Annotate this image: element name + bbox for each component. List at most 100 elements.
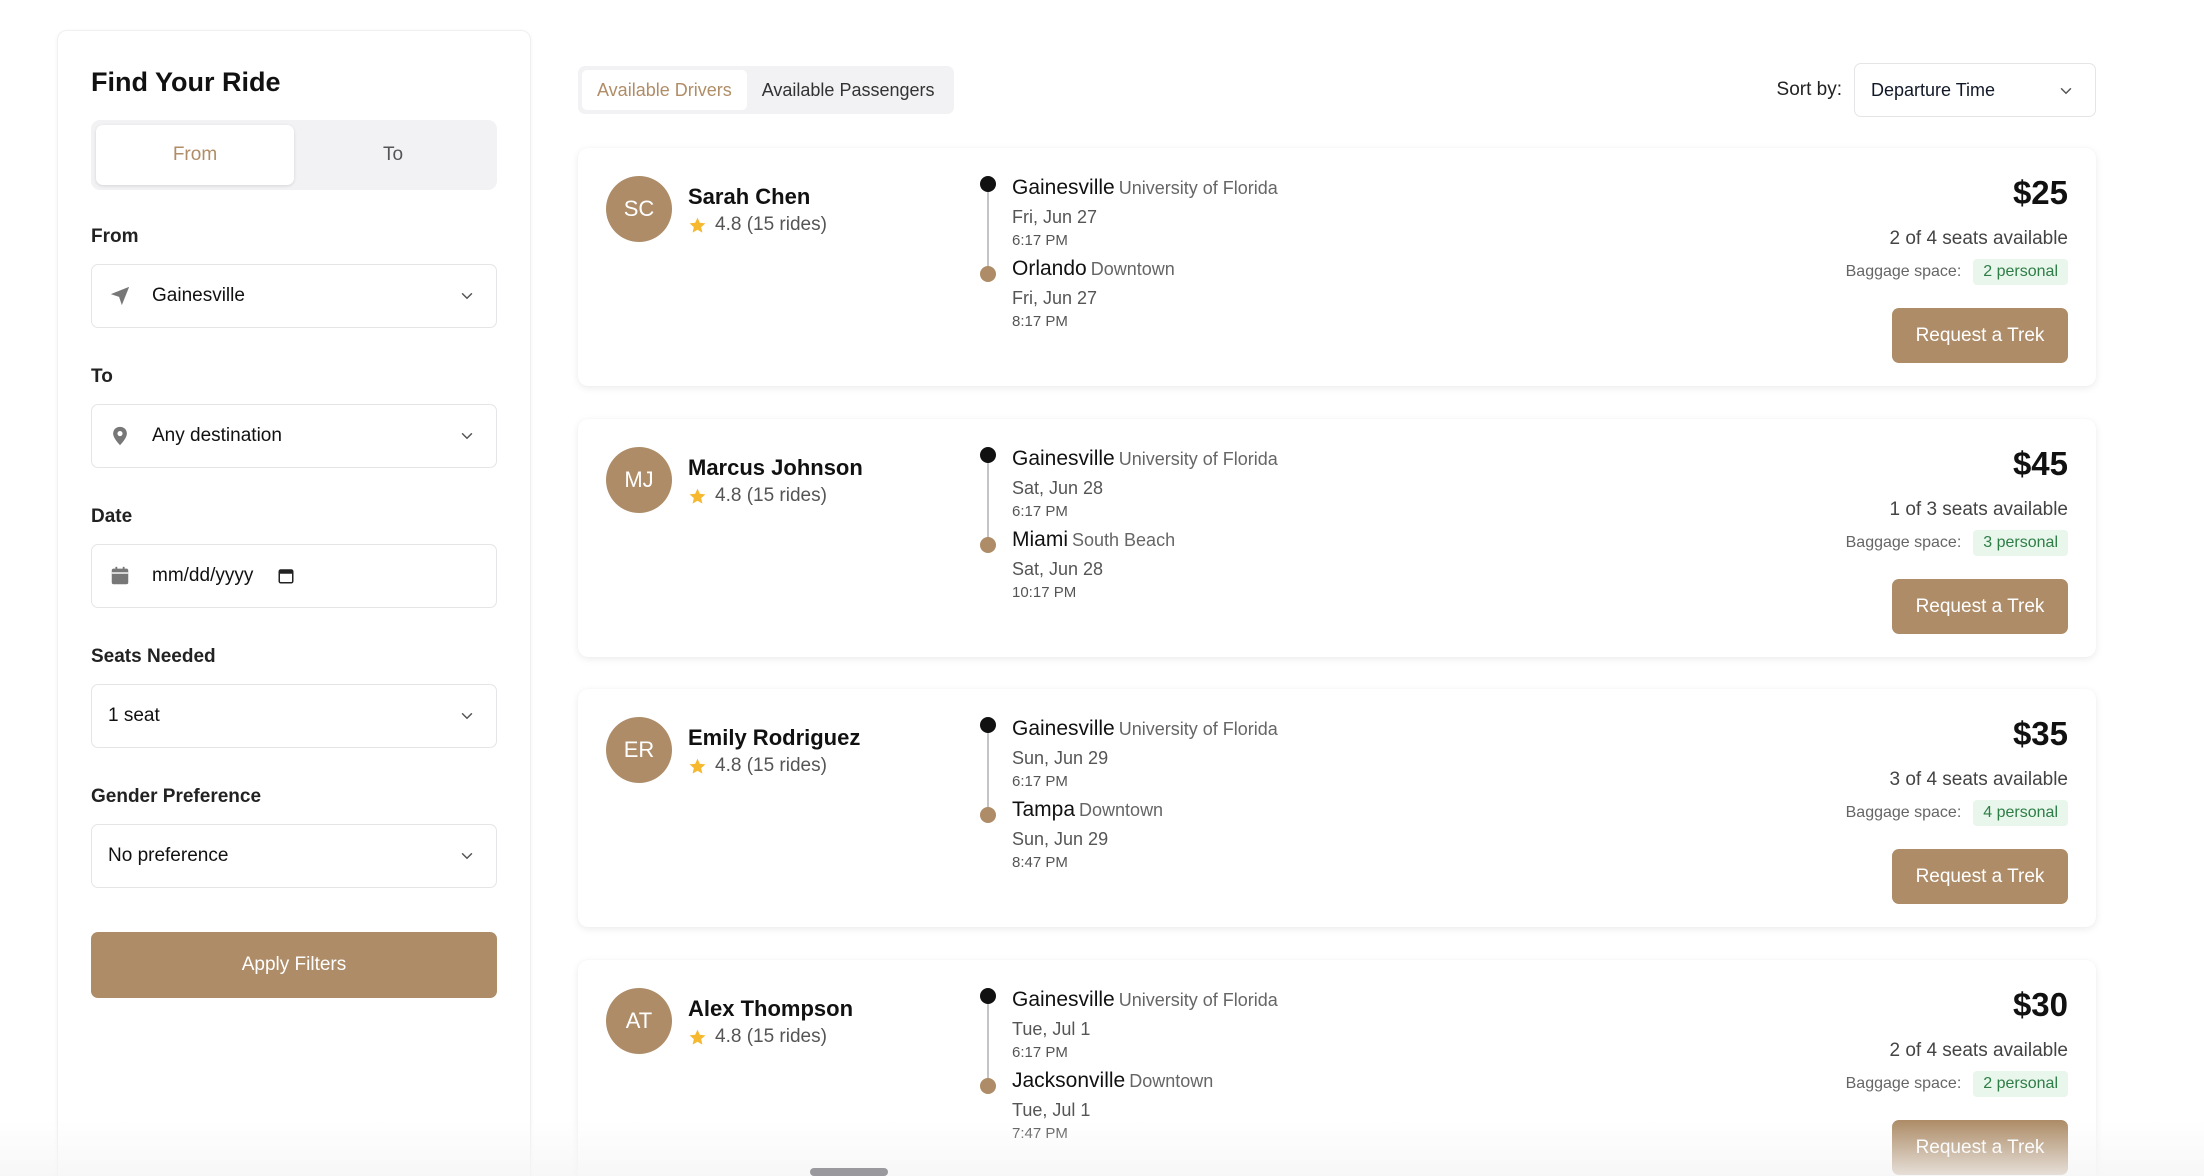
to-select[interactable]: Any destination <box>91 404 497 468</box>
origin-stop: Gainesville University of Florida Sun, Ju… <box>1012 717 1278 790</box>
rating-text: 4.8 (15 rides) <box>715 485 827 506</box>
route-line <box>987 996 989 1086</box>
sort-control: Sort by: Departure Time <box>1777 63 2096 117</box>
date-label: Date <box>91 506 133 527</box>
origin-stop: Gainesville University of Florida Sat, Ju… <box>1012 447 1278 520</box>
seats-available: 2 of 4 seats available <box>1889 1040 2068 1061</box>
map-pin-icon <box>108 424 132 448</box>
seats-label: Seats Needed <box>91 646 216 667</box>
chevron-down-icon <box>461 293 473 300</box>
request-trek-button[interactable]: Request a Trek <box>1892 579 2068 634</box>
baggage-label: Baggage space: <box>1845 263 1962 280</box>
baggage-badge: 2 personal <box>1973 259 2068 285</box>
origin-area: University of Florida <box>1118 990 1278 1010</box>
origin-time: 6:17 PM <box>1012 773 1068 790</box>
driver-name: Sarah Chen <box>688 184 811 209</box>
driver-name: Marcus Johnson <box>688 455 863 480</box>
toggle-from-button[interactable]: From <box>96 125 294 185</box>
destination-area: Downtown <box>1129 1071 1214 1091</box>
tab-available-passengers[interactable]: Available Passengers <box>747 70 950 110</box>
request-trek-button[interactable]: Request a Trek <box>1892 1120 2068 1175</box>
request-trek-button[interactable]: Request a Trek <box>1892 308 2068 363</box>
horizontal-scrollbar[interactable] <box>810 1168 888 1176</box>
apply-filters-button[interactable]: Apply Filters <box>91 932 497 998</box>
baggage-info: Baggage space: 2 personal <box>1846 259 2068 285</box>
destination-time: 7:47 PM <box>1012 1125 1068 1142</box>
destination-stop: Miami South Beach Sat, Jun 28 10:17 PM <box>1012 528 1175 601</box>
destination-dot <box>980 537 996 553</box>
route: Gainesville University of Florida Fri, Ju… <box>976 174 1476 364</box>
destination-city: Orlando <box>1012 257 1087 280</box>
request-trek-button[interactable]: Request a Trek <box>1892 849 2068 904</box>
driver-name: Emily Rodriguez <box>688 725 861 750</box>
origin-area: University of Florida <box>1118 449 1278 469</box>
sort-label: Sort by: <box>1776 79 1842 100</box>
baggage-label: Baggage space: <box>1845 1075 1962 1092</box>
seats-available: 1 of 3 seats available <box>1889 499 2068 520</box>
origin-date: Sat, Jun 28 <box>1012 478 1104 498</box>
destination-date: Sun, Jun 29 <box>1012 829 1109 849</box>
destination-stop: Jacksonville Downtown Tue, Jul 1 7:47 PM <box>1012 1069 1213 1142</box>
destination-dot <box>980 266 996 282</box>
destination-time: 8:47 PM <box>1012 854 1068 871</box>
from-value: Gainesville <box>152 285 245 306</box>
destination-time: 10:17 PM <box>1012 584 1077 601</box>
avatar: MJ <box>606 447 672 513</box>
gender-label: Gender Preference <box>91 786 262 807</box>
baggage-info: Baggage space: 4 personal <box>1846 800 2068 826</box>
origin-time: 6:17 PM <box>1012 503 1068 520</box>
rating-text: 4.8 (15 rides) <box>715 214 827 235</box>
tab-available-drivers[interactable]: Available Drivers <box>582 70 747 110</box>
rating-text: 4.8 (15 rides) <box>715 755 827 776</box>
origin-stop: Gainesville University of Florida Fri, Ju… <box>1012 176 1278 249</box>
star-icon <box>689 758 706 774</box>
page: Find Your Ride From To From Gainesville … <box>0 0 2204 1176</box>
destination-area: South Beach <box>1072 530 1176 550</box>
origin-city: Gainesville <box>1012 717 1115 740</box>
to-value: Any destination <box>152 425 282 446</box>
seats-value: 1 seat <box>108 705 160 726</box>
origin-area: University of Florida <box>1118 719 1278 739</box>
navigation-arrow-icon <box>108 284 132 308</box>
destination-stop: Orlando Downtown Fri, Jun 27 8:17 PM <box>1012 257 1175 330</box>
ride-card: ER Emily Rodriguez 4.8 (15 rides) Gaines… <box>578 689 2096 927</box>
calendar-icon <box>108 564 132 588</box>
origin-time: 6:17 PM <box>1012 232 1068 249</box>
baggage-info: Baggage space: 3 personal <box>1846 530 2068 556</box>
driver-name: Alex Thompson <box>688 996 854 1021</box>
destination-stop: Tampa Downtown Sun, Jun 29 8:47 PM <box>1012 798 1163 871</box>
gender-select[interactable]: No preference <box>91 824 497 888</box>
driver-rating: 4.8 (15 rides) <box>688 1026 827 1048</box>
ride-price: $30 <box>2012 986 2068 1023</box>
ride-price: $45 <box>2012 445 2068 482</box>
date-input[interactable]: mm/dd/yyyy <box>91 544 497 608</box>
toggle-to-button[interactable]: To <box>294 125 492 185</box>
sort-value: Departure Time <box>1871 79 1996 100</box>
calendar-picker-icon[interactable] <box>277 567 295 585</box>
destination-city: Jacksonville <box>1012 1069 1126 1092</box>
avatar: ER <box>606 717 672 783</box>
filter-sidebar: Find Your Ride From To From Gainesville … <box>57 30 531 1176</box>
origin-city: Gainesville <box>1012 988 1115 1011</box>
driver-rating: 4.8 (15 rides) <box>688 755 827 777</box>
chevron-down-icon <box>2060 88 2072 95</box>
route: Gainesville University of Florida Tue, Ju… <box>976 986 1476 1176</box>
ride-card: SC Sarah Chen 4.8 (15 rides) Gainesville… <box>578 148 2096 386</box>
gender-value: No preference <box>108 845 229 866</box>
from-select[interactable]: Gainesville <box>91 264 497 328</box>
origin-date: Tue, Jul 1 <box>1012 1019 1091 1039</box>
from-to-toggle: From To <box>91 120 497 190</box>
ride-card: MJ Marcus Johnson 4.8 (15 rides) Gainesv… <box>578 419 2096 657</box>
baggage-label: Baggage space: <box>1845 534 1962 551</box>
destination-area: Downtown <box>1090 259 1175 279</box>
destination-date: Sat, Jun 28 <box>1012 559 1104 579</box>
route-line <box>987 184 989 274</box>
sort-select[interactable]: Departure Time <box>1854 63 2096 117</box>
avatar: SC <box>606 176 672 242</box>
route: Gainesville University of Florida Sun, Ju… <box>976 715 1476 905</box>
baggage-info: Baggage space: 2 personal <box>1846 1071 2068 1097</box>
route: Gainesville University of Florida Sat, Ju… <box>976 445 1476 635</box>
date-placeholder: mm/dd/yyyy <box>152 565 254 586</box>
seats-select[interactable]: 1 seat <box>91 684 497 748</box>
from-label: From <box>91 226 139 247</box>
